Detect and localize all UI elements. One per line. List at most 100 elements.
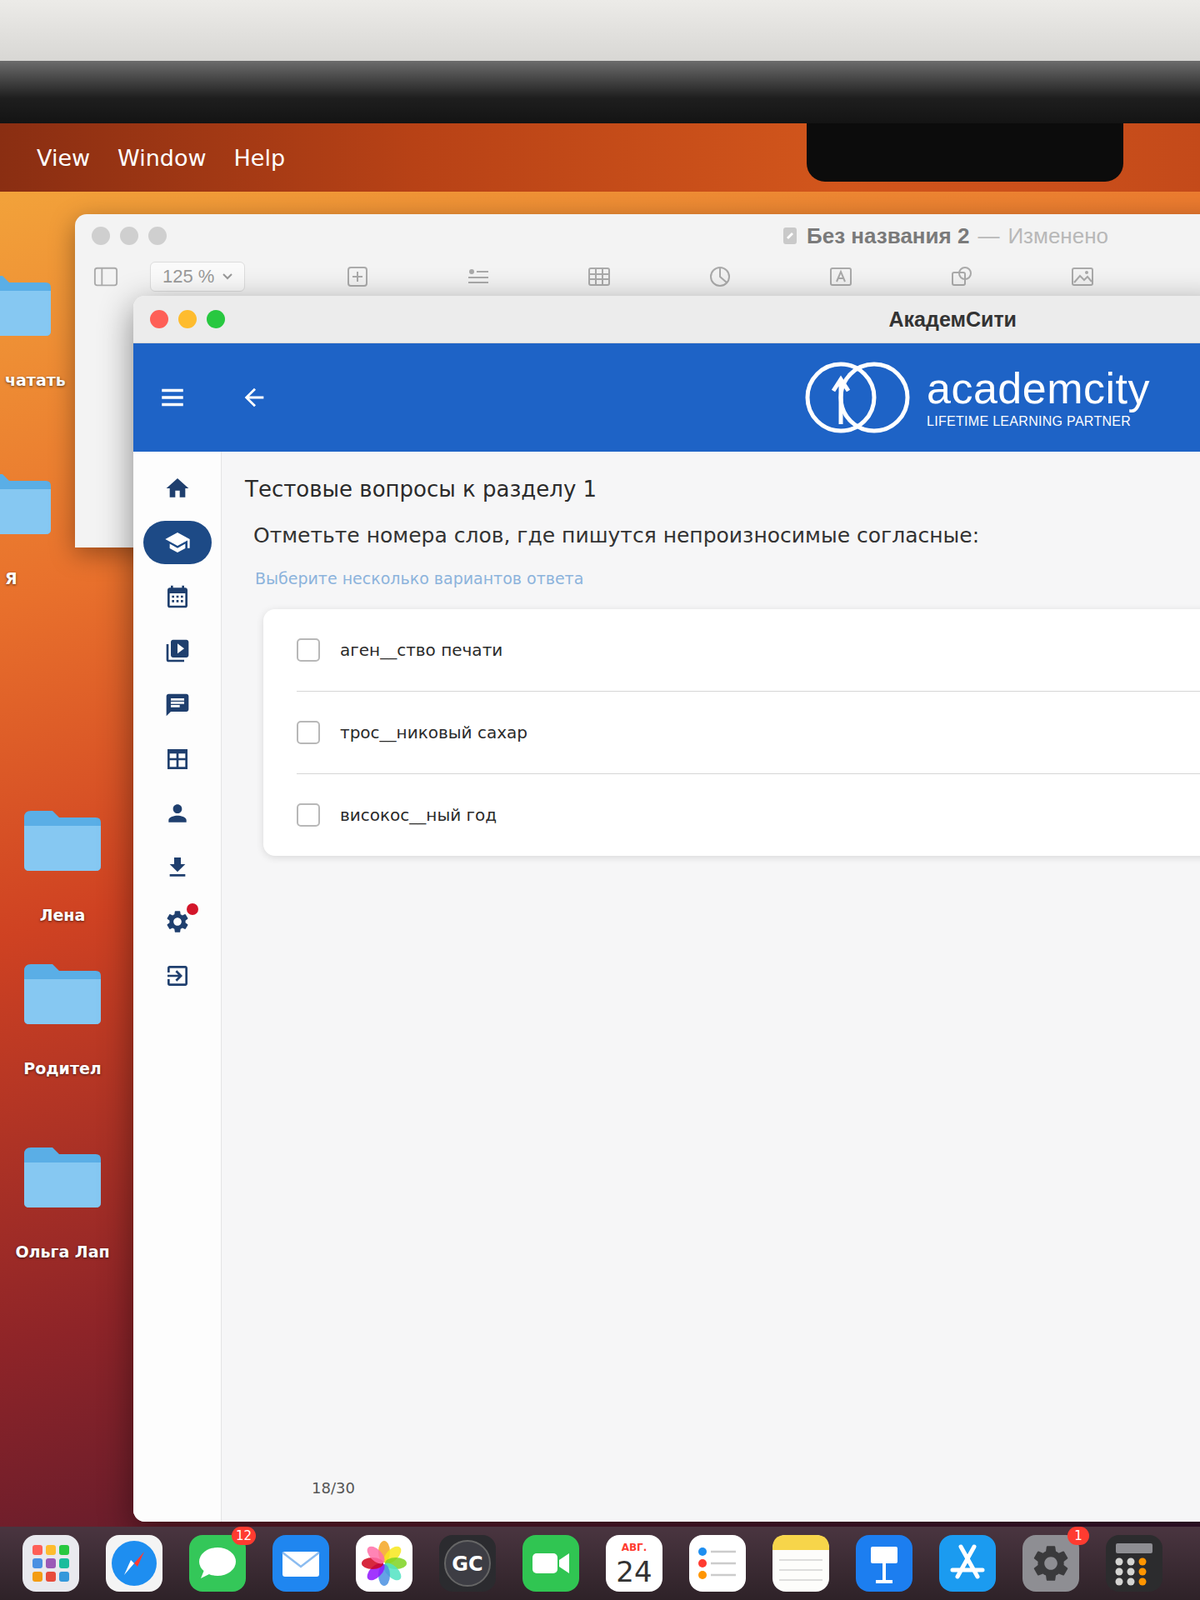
checkbox[interactable] bbox=[296, 720, 320, 745]
pages-titlebar: Без названия 2—Изменено bbox=[75, 214, 1200, 258]
sidebar-item[interactable] bbox=[143, 575, 212, 619]
sidebar-item[interactable] bbox=[143, 466, 212, 510]
dock-item[interactable] bbox=[520, 1533, 581, 1594]
reminders-icon bbox=[687, 1533, 748, 1594]
folder-icon bbox=[20, 1142, 105, 1210]
dock-item[interactable]: GC bbox=[437, 1533, 498, 1594]
add-page-icon[interactable] bbox=[345, 265, 370, 289]
notification-badge: 1 bbox=[1067, 1526, 1090, 1545]
settings-icon bbox=[164, 908, 191, 935]
quiz-content: Тестовые вопросы к разделу 1 Отметьте ном… bbox=[221, 451, 1200, 1522]
table-icon[interactable] bbox=[586, 265, 612, 289]
sidebar-item[interactable] bbox=[143, 737, 212, 781]
minimize-button[interactable] bbox=[120, 226, 139, 245]
zoom-button[interactable] bbox=[206, 310, 225, 329]
window-controls bbox=[150, 310, 225, 329]
chart-icon[interactable] bbox=[707, 265, 733, 289]
sidebar-item[interactable] bbox=[143, 629, 212, 673]
dock-item[interactable] bbox=[1104, 1533, 1165, 1594]
answer-option[interactable]: трос__никовый сахар bbox=[296, 691, 1200, 775]
menu-icon[interactable] bbox=[158, 383, 187, 412]
document-icon bbox=[781, 225, 799, 246]
close-button[interactable] bbox=[150, 310, 169, 329]
question-counter: 18/30 bbox=[245, 1479, 1200, 1522]
answer-option[interactable]: аген__ство печати bbox=[296, 609, 1200, 692]
dock-item[interactable] bbox=[854, 1533, 915, 1594]
svg-text:GC: GC bbox=[451, 1552, 483, 1576]
notification-badge: 12 bbox=[231, 1526, 256, 1545]
notch bbox=[806, 123, 1124, 182]
menu-item[interactable]: View bbox=[36, 145, 90, 171]
folder-icon bbox=[20, 959, 105, 1026]
menu-bar: View Window Help bbox=[0, 123, 1200, 192]
sidebar-item[interactable] bbox=[143, 900, 212, 944]
gamecenter-icon: GC bbox=[437, 1533, 498, 1594]
dock-item[interactable] bbox=[354, 1533, 415, 1594]
dock-item[interactable] bbox=[270, 1533, 331, 1594]
photos-icon bbox=[354, 1533, 415, 1594]
answer-hint: Выберите несколько вариантов ответа bbox=[255, 569, 1200, 588]
logout-icon bbox=[164, 962, 191, 990]
folder-icon bbox=[0, 270, 55, 338]
facetime-icon bbox=[520, 1533, 581, 1594]
question-text: Отметьте номера слов, где пишутся непрои… bbox=[253, 523, 1200, 548]
bezel bbox=[0, 60, 1200, 124]
calendar-icon bbox=[164, 583, 191, 610]
desktop: чататьЯЛенаРодителОльга ЛапБез названия … bbox=[0, 191, 1200, 1527]
mail-icon bbox=[270, 1533, 331, 1594]
sidebar-item[interactable] bbox=[143, 845, 212, 890]
chat-icon bbox=[164, 691, 191, 719]
dock-item[interactable] bbox=[687, 1533, 748, 1594]
sidebar bbox=[133, 451, 222, 1522]
dock-item[interactable]: 12 bbox=[187, 1533, 248, 1594]
window-titlebar: АкадемСити bbox=[133, 295, 1200, 344]
desktop-folder[interactable]: Ольга Лап bbox=[0, 1142, 125, 1261]
schedule-icon bbox=[164, 745, 191, 773]
sidebar-item[interactable] bbox=[143, 791, 212, 835]
sidebar-item[interactable] bbox=[143, 954, 212, 998]
logo-rings-icon bbox=[803, 355, 912, 440]
app-header: academcityLIFETIME LEARNING PARTNER bbox=[133, 343, 1200, 452]
sidebar-item[interactable] bbox=[143, 520, 212, 565]
wall bbox=[0, 0, 1200, 61]
text-box-icon[interactable] bbox=[828, 265, 854, 289]
pages-title: Без названия 2—Изменено bbox=[781, 223, 1200, 250]
shape-icon[interactable] bbox=[949, 265, 975, 289]
folder-icon bbox=[20, 805, 105, 873]
desktop-folder[interactable]: Лена bbox=[0, 805, 125, 925]
safari-icon bbox=[104, 1533, 165, 1594]
checkbox[interactable] bbox=[296, 803, 320, 827]
sidebar-item[interactable] bbox=[143, 683, 212, 727]
dock-item[interactable]: АВГ.24 bbox=[604, 1533, 665, 1594]
dock-item[interactable]: 1 bbox=[1020, 1533, 1081, 1594]
svg-text:24: 24 bbox=[615, 1555, 652, 1589]
menu-item[interactable]: Window bbox=[117, 145, 206, 171]
dock-item[interactable] bbox=[104, 1533, 165, 1594]
zoom-dropdown[interactable]: 125 % bbox=[150, 261, 245, 292]
dock-item[interactable] bbox=[770, 1533, 831, 1594]
folder-label: Ольга Лап bbox=[15, 1242, 110, 1261]
minimize-button[interactable] bbox=[178, 310, 197, 329]
app-body: Тестовые вопросы к разделу 1 Отметьте ном… bbox=[133, 451, 1200, 1522]
zoom-button[interactable] bbox=[148, 226, 167, 245]
desktop-folder[interactable]: Родител bbox=[0, 959, 125, 1078]
logo[interactable]: academcityLIFETIME LEARNING PARTNER bbox=[803, 355, 1150, 440]
menu-item[interactable]: Help bbox=[234, 145, 286, 171]
chevron-down-icon bbox=[222, 273, 233, 280]
download-icon bbox=[164, 854, 191, 881]
close-button[interactable] bbox=[91, 226, 110, 245]
notification-dot bbox=[186, 903, 199, 915]
dock-item[interactable] bbox=[937, 1533, 998, 1594]
academcity-window: АкадемСити academcityLIFETIME LEARNING PA… bbox=[133, 295, 1200, 1522]
list-icon[interactable] bbox=[465, 265, 491, 289]
calendar-icon: АВГ.24 bbox=[604, 1533, 665, 1594]
checkbox[interactable] bbox=[296, 638, 320, 662]
section-title: Тестовые вопросы к разделу 1 bbox=[245, 476, 1200, 502]
media-icon[interactable] bbox=[1070, 265, 1095, 289]
toolbar-buttons bbox=[345, 265, 1095, 289]
keynote-icon bbox=[854, 1533, 915, 1594]
sidebar-toggle-icon[interactable] bbox=[93, 265, 119, 289]
back-arrow-icon[interactable] bbox=[240, 383, 269, 412]
dock-item[interactable] bbox=[20, 1533, 81, 1594]
answer-option[interactable]: високос__ный год bbox=[296, 774, 1200, 856]
